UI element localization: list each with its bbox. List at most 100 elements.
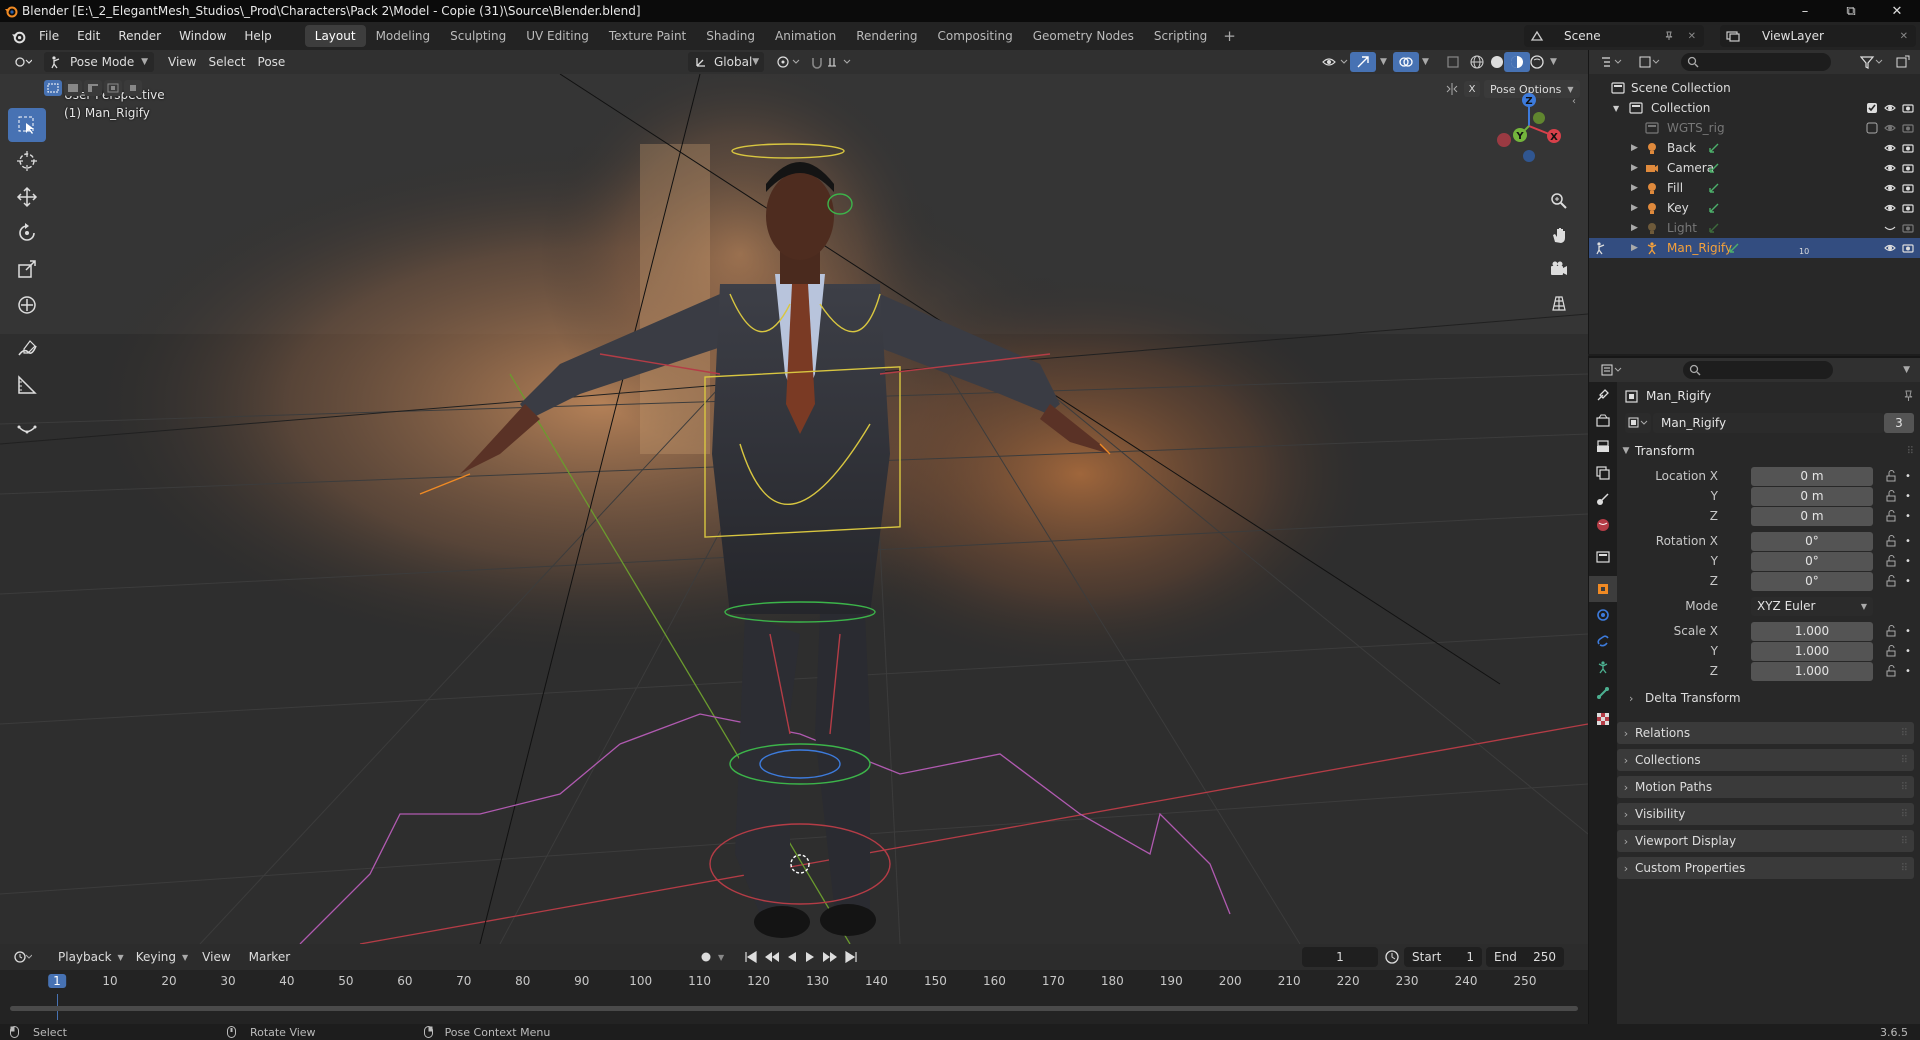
camera-render-icon[interactable] bbox=[1902, 142, 1914, 154]
tab-scripting[interactable]: Scripting bbox=[1144, 25, 1217, 47]
delta-transform-subpanel[interactable]: › Delta Transform bbox=[1629, 688, 1914, 708]
current-frame-field[interactable]: 1 bbox=[1302, 947, 1378, 967]
new-collection-icon[interactable] bbox=[1890, 52, 1916, 72]
tab-texture-paint[interactable]: Texture Paint bbox=[599, 25, 696, 47]
keyframe-dot-icon[interactable]: • bbox=[1905, 471, 1911, 482]
menu-marker[interactable]: Marker bbox=[243, 947, 296, 967]
tab-world[interactable] bbox=[1589, 512, 1617, 538]
lock-icon[interactable] bbox=[1885, 510, 1897, 522]
play-reverse-icon[interactable] bbox=[786, 951, 798, 963]
viewport-scene[interactable] bbox=[0, 74, 1588, 944]
view-layer-close-icon[interactable]: ✕ bbox=[1900, 31, 1908, 42]
outliner-editor-type-icon[interactable] bbox=[1595, 52, 1629, 72]
menu-playback[interactable]: Playback bbox=[52, 947, 118, 967]
tab-rendering[interactable]: Rendering bbox=[846, 25, 927, 47]
outliner-item-light[interactable]: ▶ Light bbox=[1589, 218, 1920, 238]
select-intersect-icon[interactable] bbox=[124, 80, 142, 96]
menu-select[interactable]: Select bbox=[202, 52, 251, 72]
expand-right-icon[interactable]: ▶ bbox=[1631, 243, 1638, 253]
drag-handle-icon[interactable]: ⠿ bbox=[1901, 782, 1908, 793]
tab-tool[interactable] bbox=[1589, 382, 1617, 408]
menu-view[interactable]: View bbox=[162, 52, 202, 72]
orientation-selector[interactable]: Global ▼ bbox=[688, 52, 764, 72]
keyframe-dot-icon[interactable]: • bbox=[1905, 536, 1911, 547]
outliner-scene-collection[interactable]: Scene Collection bbox=[1589, 78, 1920, 98]
tab-layout[interactable]: Layout bbox=[304, 25, 366, 47]
tab-texture[interactable] bbox=[1589, 706, 1617, 732]
keyframe-dot-icon[interactable]: • bbox=[1905, 666, 1911, 677]
drag-handle-icon[interactable]: ⠿ bbox=[1901, 809, 1908, 820]
panel-collections[interactable]: › Collections ⠿ bbox=[1617, 749, 1914, 771]
select-extend-icon[interactable] bbox=[64, 80, 82, 96]
lock-icon[interactable] bbox=[1885, 555, 1897, 567]
checkbox-icon[interactable] bbox=[1866, 102, 1878, 114]
gizmo-toggle-icon[interactable] bbox=[1350, 52, 1376, 72]
location-y-field[interactable]: 0 m bbox=[1751, 486, 1873, 506]
menu-pose[interactable]: Pose bbox=[252, 52, 292, 72]
cursor-tool[interactable] bbox=[8, 144, 46, 178]
display-mode-icon[interactable] bbox=[1633, 52, 1667, 72]
user-count-badge[interactable]: 3 bbox=[1884, 413, 1914, 433]
data-icon[interactable] bbox=[1707, 141, 1721, 155]
drag-handle-icon[interactable]: ⠿ bbox=[1901, 836, 1908, 847]
eye-icon[interactable] bbox=[1884, 142, 1896, 154]
menu-help[interactable]: Help bbox=[235, 29, 280, 43]
scale-y-field[interactable]: 1.000 bbox=[1751, 641, 1873, 661]
checkbox-icon[interactable] bbox=[1866, 122, 1878, 134]
tab-render[interactable] bbox=[1589, 408, 1617, 434]
next-keyframe-icon[interactable] bbox=[822, 951, 838, 963]
transform-panel-header[interactable]: ▼ Transform ⠿ bbox=[1617, 440, 1914, 462]
blender-menu-icon[interactable] bbox=[6, 29, 30, 44]
eye-icon[interactable] bbox=[1884, 242, 1896, 254]
expand-right-icon[interactable]: ▶ bbox=[1631, 143, 1638, 153]
xray-toggle-icon[interactable] bbox=[1440, 52, 1466, 72]
annotate-tool[interactable] bbox=[8, 332, 46, 366]
overlay-dropdown-icon[interactable]: ▼ bbox=[1416, 52, 1435, 72]
datablock-browse-icon[interactable] bbox=[1625, 413, 1651, 433]
lock-icon[interactable] bbox=[1885, 665, 1897, 677]
eye-icon[interactable] bbox=[1884, 102, 1896, 114]
panel-visibility[interactable]: › Visibility ⠿ bbox=[1617, 803, 1914, 825]
eye-icon[interactable] bbox=[1884, 182, 1896, 194]
tab-sculpting[interactable]: Sculpting bbox=[440, 25, 516, 47]
menu-edit[interactable]: Edit bbox=[68, 29, 109, 43]
scale-z-field[interactable]: 1.000 bbox=[1751, 661, 1873, 681]
menu-render[interactable]: Render bbox=[109, 29, 170, 43]
editor-type-icon[interactable] bbox=[8, 52, 38, 72]
camera-render-icon[interactable] bbox=[1902, 242, 1914, 254]
data-icon[interactable] bbox=[1707, 221, 1721, 235]
prev-keyframe-icon[interactable] bbox=[764, 951, 780, 963]
tab-uv-editing[interactable]: UV Editing bbox=[516, 25, 599, 47]
rotation-x-field[interactable]: 0° bbox=[1751, 531, 1873, 551]
zoom-icon[interactable] bbox=[1544, 186, 1574, 216]
camera-render-icon[interactable] bbox=[1902, 202, 1914, 214]
keyframe-dot-icon[interactable]: • bbox=[1905, 511, 1911, 522]
data-icon[interactable] bbox=[1707, 161, 1721, 175]
tab-constraints[interactable] bbox=[1589, 628, 1617, 654]
select-box-tool[interactable] bbox=[8, 108, 46, 142]
camera-render-icon[interactable] bbox=[1902, 162, 1914, 174]
keyframe-dot-icon[interactable]: • bbox=[1905, 556, 1911, 567]
scale-tool[interactable] bbox=[8, 252, 46, 286]
outliner-item-camera[interactable]: ▶ Camera bbox=[1589, 158, 1920, 178]
scale-x-field[interactable]: 1.000 bbox=[1751, 621, 1873, 641]
maximize-button[interactable]: ⧉ bbox=[1828, 0, 1874, 22]
location-z-field[interactable]: 0 m bbox=[1751, 506, 1873, 526]
data-icon[interactable] bbox=[1707, 201, 1721, 215]
outliner-item-back[interactable]: ▶ Back bbox=[1589, 138, 1920, 158]
snap-icon[interactable] bbox=[804, 52, 860, 72]
rotation-y-field[interactable]: 0° bbox=[1751, 551, 1873, 571]
select-new-icon[interactable] bbox=[44, 80, 62, 96]
mirror-icon[interactable] bbox=[1444, 81, 1460, 97]
perspective-toggle-icon[interactable] bbox=[1544, 288, 1574, 318]
keyframe-dot-icon[interactable]: • bbox=[1905, 491, 1911, 502]
jump-start-icon[interactable] bbox=[744, 951, 758, 963]
scene-close-icon[interactable]: ✕ bbox=[1688, 31, 1696, 42]
measure-tool[interactable] bbox=[8, 368, 46, 402]
tab-physics[interactable] bbox=[1589, 602, 1617, 628]
properties-search-input[interactable] bbox=[1683, 361, 1833, 379]
properties-options-icon[interactable]: ▼ bbox=[1897, 360, 1916, 380]
menu-keying[interactable]: Keying bbox=[130, 947, 182, 967]
filter-icon[interactable] bbox=[1854, 52, 1890, 72]
lock-icon[interactable] bbox=[1885, 575, 1897, 587]
